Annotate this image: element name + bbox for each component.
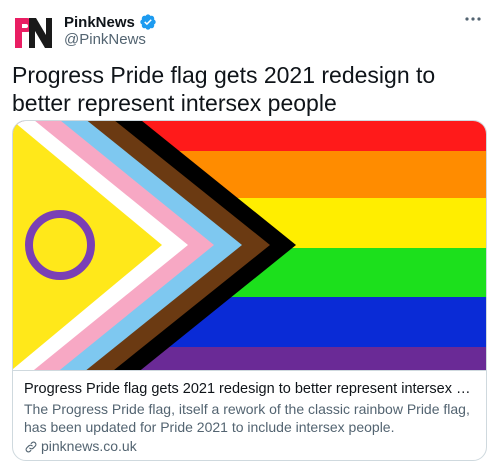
pinknews-logo-icon[interactable] <box>13 13 53 53</box>
card-title: Progress Pride flag gets 2021 redesign t… <box>24 381 475 397</box>
tweet: PinkNews @PinkNews Progress Pride flag g… <box>0 0 500 471</box>
card-domain[interactable]: pinknews.co.uk <box>41 437 137 456</box>
author-name-row: PinkNews <box>64 11 157 33</box>
more-options-button[interactable] <box>460 8 486 30</box>
card-body: Progress Pride flag gets 2021 redesign t… <box>13 370 486 460</box>
more-horizontal-icon <box>465 17 481 21</box>
link-icon <box>25 441 37 452</box>
tweet-text: Progress Pride flag gets 2021 redesign t… <box>12 62 436 116</box>
card-domain-row: pinknews.co.uk <box>24 437 475 456</box>
author-display-name[interactable]: PinkNews <box>64 14 135 31</box>
link-preview-card[interactable]: Progress Pride flag gets 2021 redesign t… <box>12 120 487 461</box>
verified-badge-icon <box>140 14 156 30</box>
author-handle[interactable]: @PinkNews <box>64 31 146 48</box>
progress-pride-flag-image[interactable] <box>13 121 486 370</box>
card-description: The Progress Pride flag, itself a rework… <box>24 401 470 435</box>
